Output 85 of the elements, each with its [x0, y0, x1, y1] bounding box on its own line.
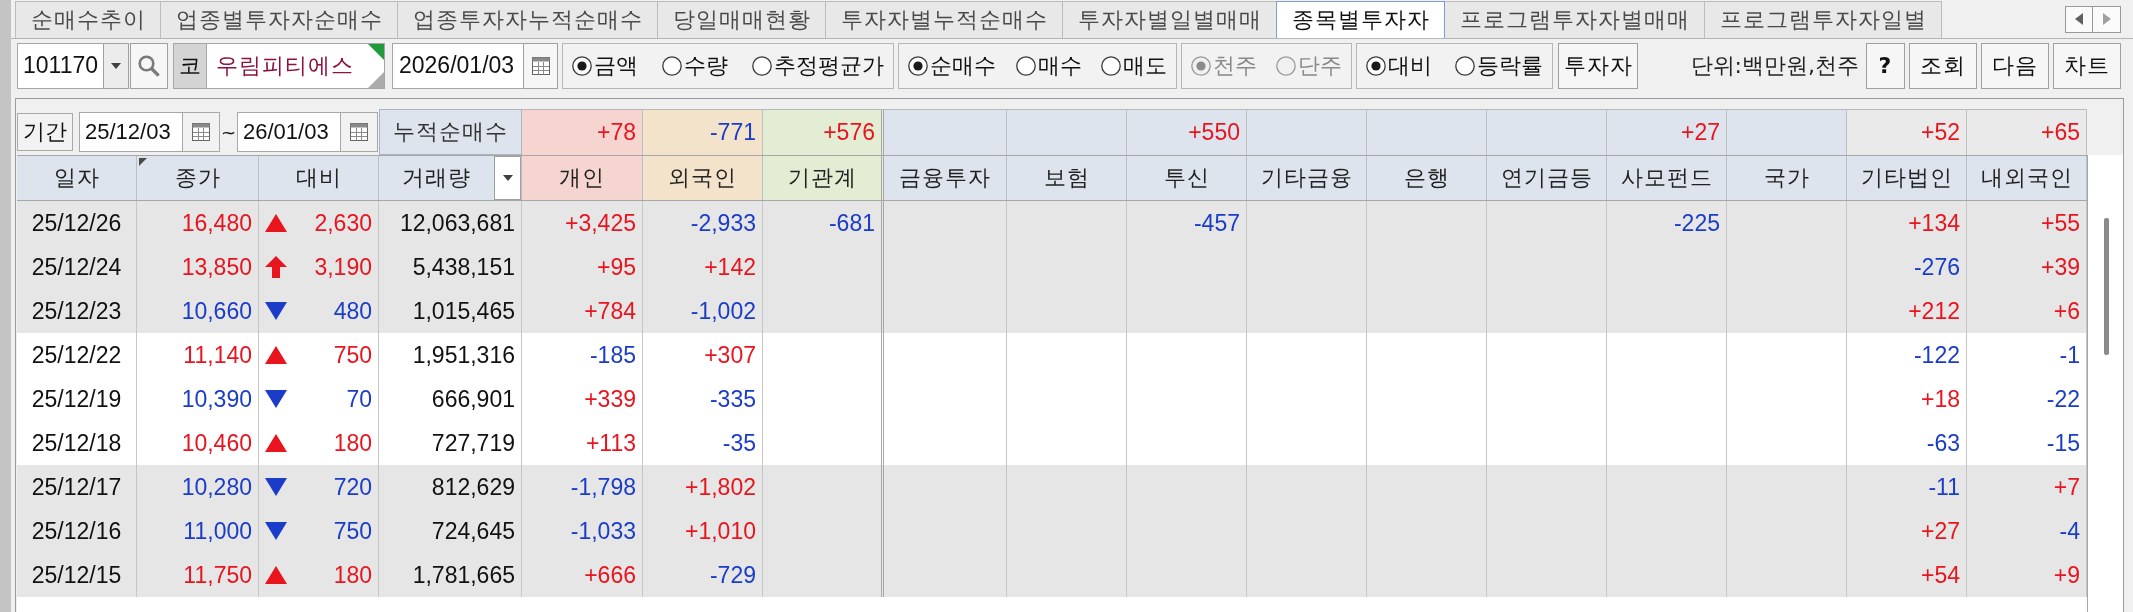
column-header: 사모펀드: [1607, 156, 1727, 200]
tab[interactable]: 투자자별일별매매: [1062, 1, 1277, 38]
radio-option[interactable]: 등락률: [1455, 50, 1543, 81]
column-title: 종가: [174, 164, 221, 192]
table-cell: 750: [333, 341, 372, 369]
table-cell: 2,630: [314, 209, 372, 237]
radio-option[interactable]: 매도: [1101, 50, 1167, 81]
tab[interactable]: 당일매매현황: [657, 1, 826, 38]
table-cell: 720: [333, 473, 372, 501]
scroll-right-button[interactable]: [2093, 5, 2121, 33]
calendar-button[interactable]: [523, 42, 558, 89]
table-cell: 480: [333, 297, 372, 325]
column-header: 대비: [259, 156, 379, 200]
radio-option[interactable]: 수량: [662, 50, 728, 81]
column-title: 거래량: [402, 164, 471, 192]
radio-option[interactable]: 추정평균가: [752, 50, 884, 81]
tab[interactable]: 업종투자자누적순매수: [397, 1, 658, 38]
table-cell: 3,190: [314, 253, 372, 281]
radio-option[interactable]: 대비: [1366, 50, 1432, 81]
caret-icon: [111, 62, 121, 69]
date-field[interactable]: 2026/01/03: [392, 42, 524, 89]
column-header: 내외국인: [1967, 156, 2087, 200]
table-cell: 180: [333, 429, 372, 457]
left-triangle-icon: [2075, 13, 2083, 25]
calendar-button[interactable]: [341, 112, 378, 152]
radio-option[interactable]: 순매수: [908, 50, 996, 81]
column-header: 금융투자: [884, 156, 1007, 200]
column-header: 보험: [1007, 156, 1127, 200]
end-date-field[interactable]: 26/01/03: [237, 112, 341, 152]
stock-code-field[interactable]: 101170: [17, 42, 104, 89]
column-header: 외국인: [643, 156, 763, 200]
summary-value: +550: [1127, 109, 1247, 155]
tab[interactable]: 업종별투자자순매수: [160, 1, 398, 38]
period-label: 기간: [17, 113, 73, 151]
tab[interactable]: 종목별투자자: [1276, 1, 1445, 38]
column-header: 개인: [522, 156, 643, 200]
column-header: 일자: [17, 156, 137, 200]
search-icon: [138, 54, 160, 77]
action-button[interactable]: 차트: [2053, 42, 2121, 89]
right-triangle-icon: [2102, 13, 2111, 25]
calendar-icon: [192, 123, 210, 141]
table-cell: 750: [333, 517, 372, 545]
scrollbar-thumb[interactable]: [2104, 218, 2109, 355]
stock-name-field[interactable]: 우림피티에스: [206, 42, 385, 89]
date-range-separator: ~: [220, 121, 237, 143]
scroll-left-button[interactable]: [2065, 5, 2093, 33]
action-button[interactable]: 다음: [1981, 42, 2049, 89]
table-cell: 70: [346, 385, 372, 413]
column-header: 기타금융: [1247, 156, 1367, 200]
caret-icon: [502, 175, 513, 181]
summary-value: +65: [1967, 109, 2087, 155]
column-header: 기타법인: [1847, 156, 1967, 200]
column-header: 은행: [1367, 156, 1487, 200]
tab[interactable]: 순매수추이: [15, 1, 161, 38]
investor-button[interactable]: 투자자: [1558, 42, 1638, 89]
radio-option[interactable]: 금액: [572, 50, 638, 81]
summary-value: -771: [643, 109, 763, 155]
radio-option[interactable]: 매수: [1015, 50, 1082, 81]
action-button[interactable]: 조회: [1909, 42, 1977, 89]
column-header: 연기금등: [1487, 156, 1607, 200]
search-button[interactable]: [130, 42, 168, 89]
dropdown-button[interactable]: [494, 156, 521, 200]
summary-value: +576: [763, 109, 884, 155]
column-header: 기관계: [763, 156, 884, 200]
unit-label: 단위:백만원,천주: [1690, 51, 1859, 80]
corner-triangle-icon: [368, 71, 384, 88]
tab[interactable]: 프로그램투자자별매매: [1444, 1, 1705, 38]
corner-triangle-icon: [368, 43, 384, 60]
summary-label: 누적순매수: [379, 109, 522, 155]
table-cell: 180: [333, 561, 372, 589]
column-header: 국가: [1727, 156, 1847, 200]
dropdown-button[interactable]: [103, 42, 129, 89]
help-button[interactable]: ?: [1866, 42, 1905, 89]
tab[interactable]: 프로그램투자자일별: [1704, 1, 1942, 38]
market-label: 코: [173, 42, 207, 89]
tab[interactable]: 투자자별누적순매수: [825, 1, 1063, 38]
calendar-button[interactable]: [183, 112, 220, 152]
summary-value: +27: [1607, 109, 1727, 155]
calendar-icon: [350, 123, 368, 141]
scrollbar[interactable]: [2087, 155, 2123, 612]
summary-value: +52: [1847, 109, 1967, 155]
summary-value: +78: [522, 109, 643, 155]
column-header: 투신: [1127, 156, 1247, 200]
start-date-field[interactable]: 25/12/03: [79, 112, 183, 152]
calendar-icon: [531, 56, 550, 75]
